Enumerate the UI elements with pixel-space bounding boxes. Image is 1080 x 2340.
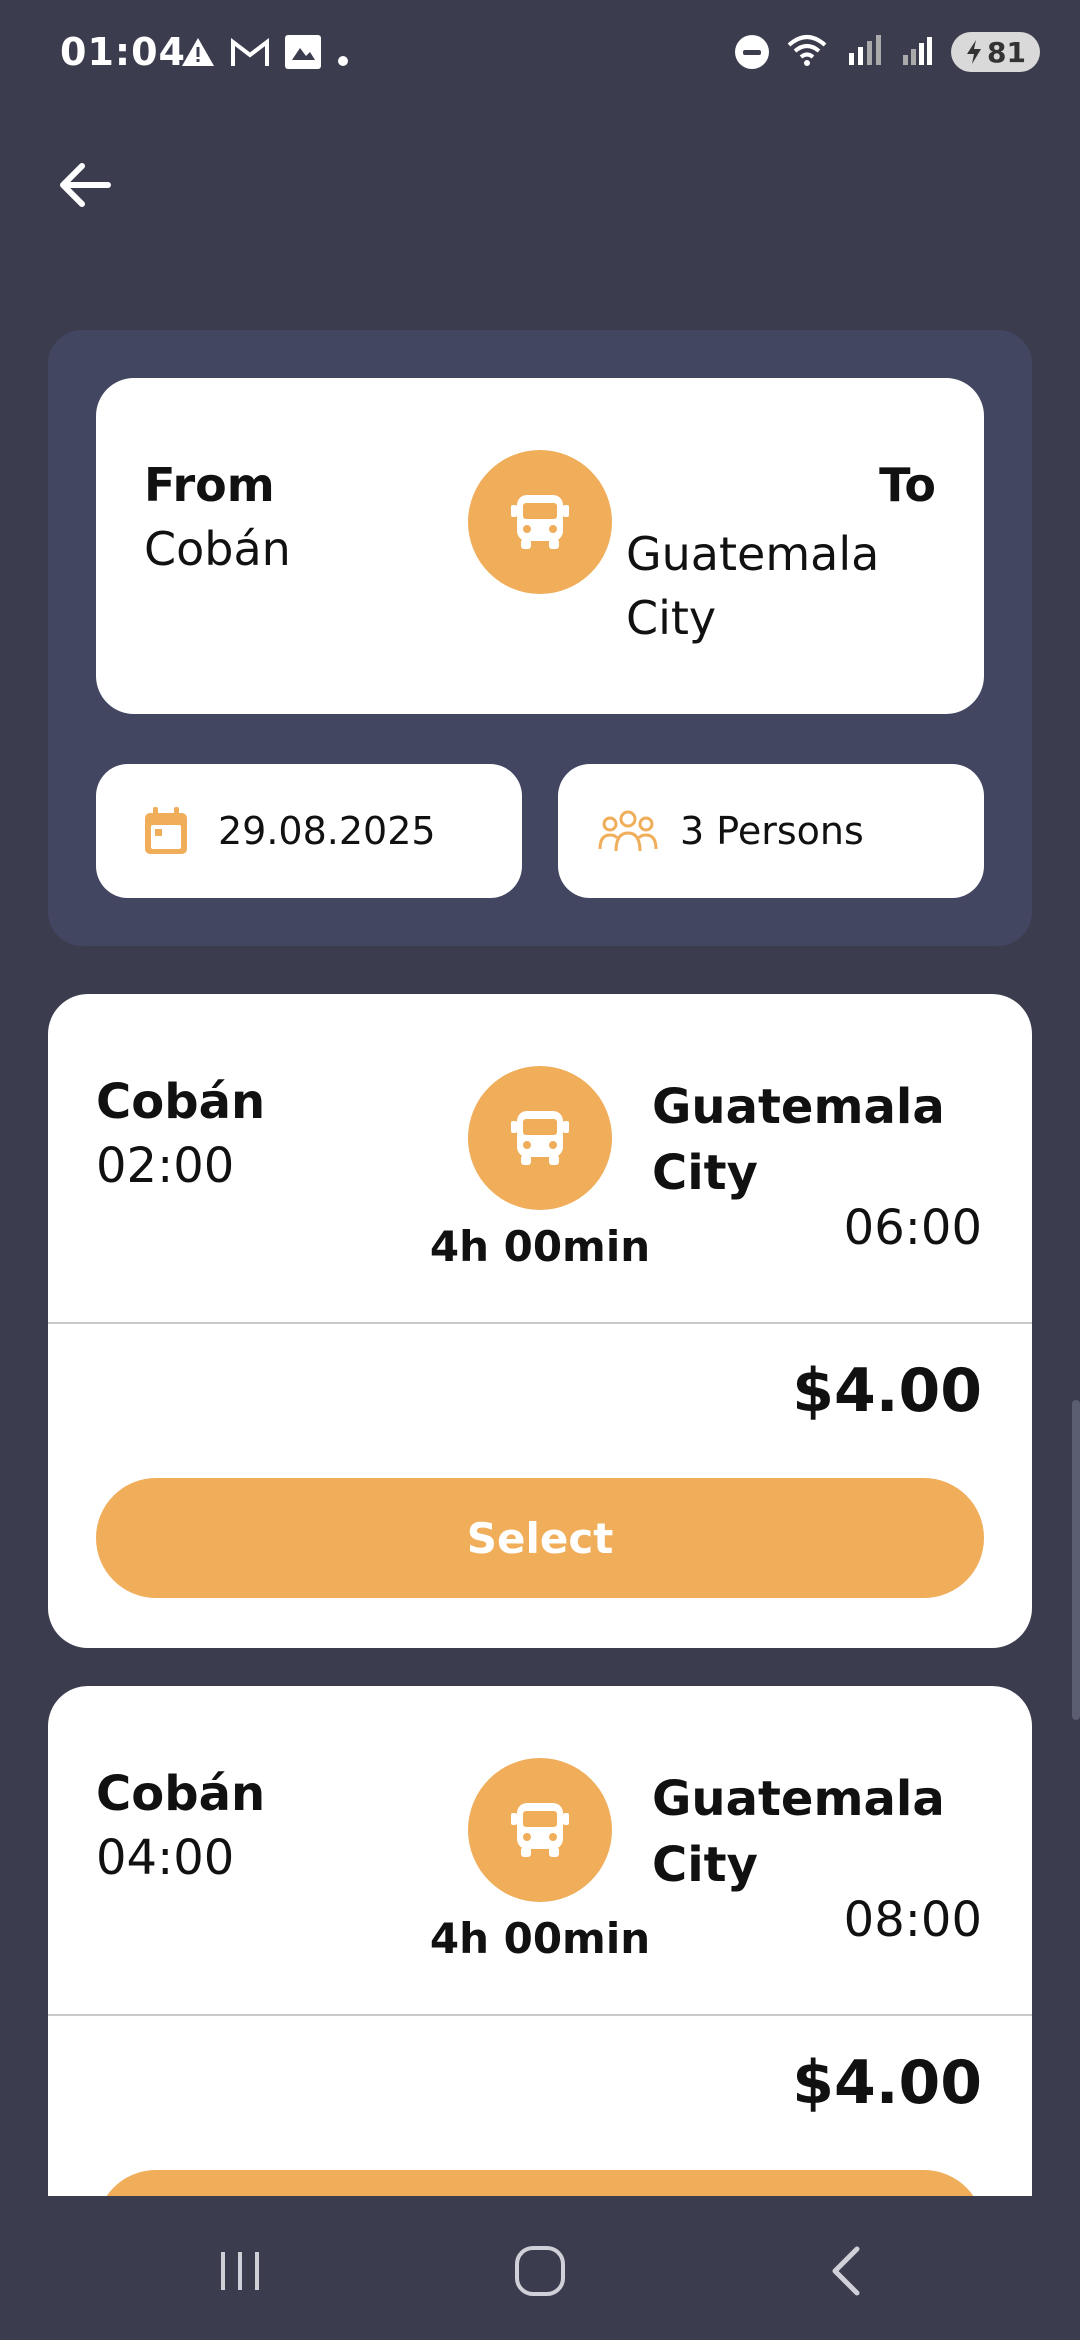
trip-duration: 4h 00min	[429, 1914, 651, 1963]
trip-origin: Cobán	[96, 1766, 266, 1822]
from-city: Cobán	[144, 522, 291, 576]
trip-price: $4.00	[792, 1356, 982, 1426]
wifi-icon	[785, 33, 829, 71]
gallery-icon	[284, 34, 322, 79]
home-button[interactable]	[495, 2236, 585, 2306]
alert-icon	[180, 36, 216, 77]
trip-price: $4.00	[792, 2048, 982, 2118]
trip-destination: Guatemala City	[652, 1771, 945, 1893]
gmail-icon	[230, 37, 270, 77]
route-card: From Cobán To Guatemala City	[96, 378, 984, 714]
arrow-left-icon	[60, 163, 111, 207]
to-label: To	[879, 458, 936, 512]
trip-arrival-time: 08:00	[843, 1892, 982, 1948]
bus-icon	[468, 450, 612, 594]
trip-card[interactable]: Cobán 04:00 4h 00min Guatemala City 08:0…	[48, 1686, 1032, 2206]
divider	[48, 2014, 1032, 2016]
back-button[interactable]	[50, 150, 120, 220]
signal-icon	[901, 33, 935, 71]
people-icon	[598, 807, 658, 855]
scrollbar[interactable]	[1072, 1400, 1080, 1720]
select-button[interactable]: Select	[96, 1478, 984, 1598]
system-icons: 81	[735, 32, 1040, 72]
calendar-icon	[136, 805, 196, 857]
bus-icon	[468, 1758, 612, 1902]
nav-back-button[interactable]	[800, 2236, 890, 2306]
dot-icon	[336, 37, 350, 77]
from-label: From	[144, 458, 275, 512]
dnd-icon	[735, 35, 770, 69]
bus-icon	[468, 1066, 612, 1210]
trip-destination: Guatemala City	[652, 1079, 945, 1201]
search-summary-panel: From Cobán To Guatemala City 29.08.2025 …	[48, 330, 1032, 946]
persons-field[interactable]: 3 Persons	[558, 764, 984, 898]
trip-card[interactable]: Cobán 02:00 4h 00min Guatemala City 06:0…	[48, 994, 1032, 1648]
home-icon	[515, 2246, 565, 2296]
status-time: 01:04	[60, 30, 186, 74]
trip-departure-time: 02:00	[96, 1138, 235, 1194]
date-value: 29.08.2025	[218, 809, 436, 853]
trip-departure-time: 04:00	[96, 1830, 235, 1886]
system-nav-bar	[0, 2196, 1080, 2340]
trip-arrival-time: 06:00	[843, 1200, 982, 1256]
trip-origin: Cobán	[96, 1074, 266, 1130]
battery-level: 81	[987, 35, 1026, 69]
battery-charging-icon: 81	[951, 32, 1040, 72]
notification-icons	[180, 34, 350, 79]
recents-button[interactable]	[195, 2236, 285, 2306]
persons-value: 3 Persons	[680, 809, 864, 853]
date-field[interactable]: 29.08.2025	[96, 764, 522, 898]
to-city: Guatemala City	[626, 527, 880, 645]
trip-duration: 4h 00min	[429, 1222, 651, 1271]
chevron-left-icon	[832, 2246, 860, 2296]
status-bar: 01:04 81	[0, 0, 1080, 110]
divider	[48, 1322, 1032, 1324]
roaming-signal-icon	[845, 33, 885, 71]
recents-icon	[221, 2252, 259, 2290]
